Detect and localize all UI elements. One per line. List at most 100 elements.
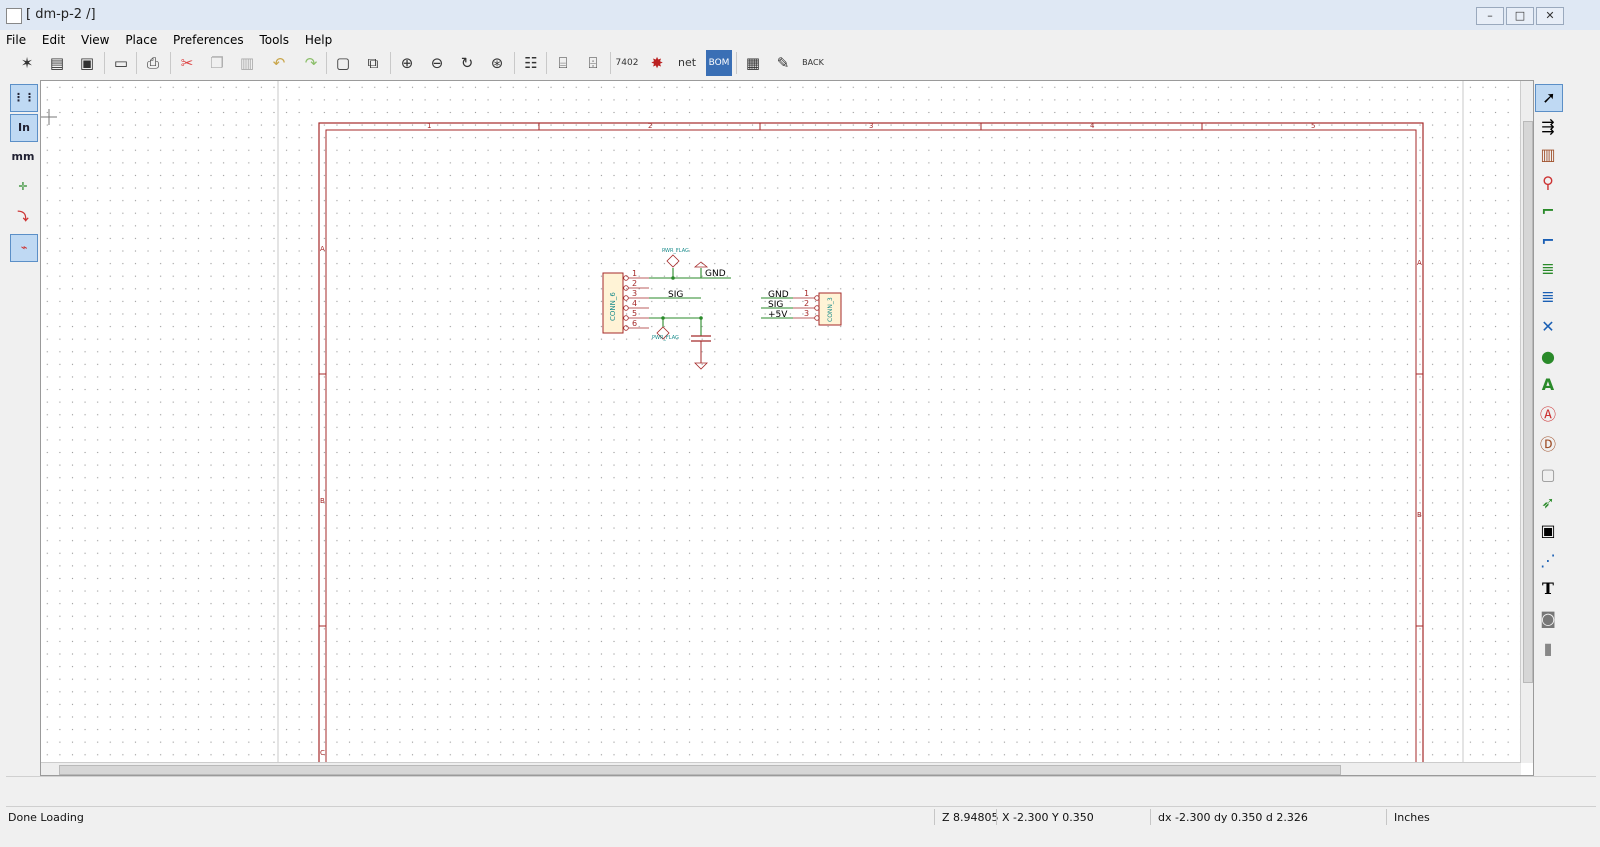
place-component-icon[interactable]: ▥ — [1535, 142, 1561, 168]
horizontal-scroll-thumb[interactable] — [59, 765, 1341, 775]
menu-bar: File Edit View Place Preferences Tools H… — [0, 30, 1600, 50]
hidden-pins-icon[interactable]: ⤵ — [10, 204, 36, 230]
import-sheet-pin-icon[interactable]: ➶ — [1535, 490, 1561, 516]
annotate-icon[interactable]: 7402 — [614, 50, 640, 76]
hierarchical-sheet-icon[interactable]: ▢ — [1535, 462, 1561, 488]
sheet-border-outer — [318, 122, 1424, 763]
pwr-flag-top — [666, 254, 680, 268]
graphic-line-icon[interactable]: ⋰ — [1535, 548, 1561, 574]
mm-label: mm — [11, 150, 35, 163]
p2-pin-3: 3 — [804, 309, 809, 318]
print-icon[interactable]: ⎙ — [140, 50, 166, 76]
image-icon[interactable]: ◙ — [1535, 606, 1561, 632]
net-label-icon[interactable]: A — [1535, 372, 1561, 398]
netlist-icon[interactable]: net — [674, 50, 700, 76]
undo-icon[interactable]: ↶ — [266, 50, 292, 76]
select-arrow-icon[interactable]: ➚ — [1535, 84, 1563, 112]
menu-help[interactable]: Help — [299, 30, 338, 50]
title-bar: [ dm-p-2 /] – □ ✕ — [0, 0, 1600, 31]
p1-pin-4: 4 — [632, 299, 637, 308]
redo-icon[interactable]: ↷ — [298, 50, 324, 76]
frame-col-5: 5 — [1311, 122, 1315, 130]
sheet-border-inner — [325, 129, 1417, 763]
status-units: Inches — [1394, 811, 1430, 824]
junction-icon[interactable]: ● — [1535, 344, 1561, 370]
delete-icon[interactable]: ▮ — [1535, 636, 1561, 662]
horizontal-scrollbar[interactable] — [41, 762, 1521, 775]
minimize-button[interactable]: – — [1476, 7, 1504, 25]
menu-place[interactable]: Place — [119, 30, 163, 50]
hierarchy-nav-icon[interactable]: ⇶ — [1535, 114, 1561, 140]
no-connect-icon[interactable]: ✕ — [1535, 314, 1561, 340]
save-icon[interactable]: ▣ — [74, 50, 100, 76]
window-title: [ dm-p-2 /] — [26, 7, 96, 22]
hierarchical-label-icon[interactable]: Ⓓ — [1535, 432, 1561, 458]
vertical-scrollbar[interactable] — [1520, 81, 1533, 763]
find-icon[interactable]: ▢ — [330, 50, 356, 76]
schematic-drawing: 1 2 3 4 5 A B C A B CONN_6 1 2 3 4 5 6 P… — [41, 81, 1464, 763]
frame-col-1: 1 — [427, 122, 431, 130]
page-settings-icon[interactable]: ▭ — [108, 50, 134, 76]
net-label-gnd: GND — [705, 269, 726, 279]
redraw-icon[interactable]: ↻ — [454, 50, 480, 76]
copy-icon[interactable]: ❐ — [204, 50, 230, 76]
back-label: BACK — [802, 58, 824, 67]
show-grid-icon[interactable]: ⋮⋮ — [10, 84, 38, 112]
cursor-shape-icon[interactable]: ✛ — [10, 174, 36, 200]
import-footprint-icon[interactable]: ✎ — [770, 50, 796, 76]
connector-p1-ref: CONN_6 — [609, 292, 617, 321]
sheet-pin-icon[interactable]: ▣ — [1535, 518, 1561, 544]
place-power-icon[interactable]: ⚲ — [1535, 170, 1561, 196]
menu-view[interactable]: View — [75, 30, 115, 50]
frame-col-3: 3 — [869, 122, 873, 130]
open-icon[interactable]: ▤ — [44, 50, 70, 76]
menu-edit[interactable]: Edit — [36, 30, 71, 50]
zoom-out-icon[interactable]: ⊖ — [424, 50, 450, 76]
cut-icon[interactable]: ✂ — [174, 50, 200, 76]
status-delta: dx -2.300 dy 0.350 d 2.326 — [1158, 811, 1308, 824]
close-button[interactable]: ✕ — [1536, 7, 1564, 25]
text-icon[interactable]: T — [1535, 576, 1561, 602]
pcbnew-icon[interactable]: ▦ — [740, 50, 766, 76]
maximize-button[interactable]: □ — [1506, 7, 1534, 25]
schematic-canvas[interactable]: 1 2 3 4 5 A B C A B CONN_6 1 2 3 4 5 6 P… — [40, 80, 1534, 776]
library-browser-icon[interactable]: ⌹ — [580, 50, 606, 76]
units-inches-button[interactable]: In — [10, 114, 38, 142]
left-options-toolbar: ⋮⋮ In mm ✛ ⤵ ⌁ — [8, 82, 38, 272]
bus-entry-angle-icon[interactable]: ⌁ — [10, 234, 38, 262]
frame-row-b: B — [320, 497, 325, 505]
menu-file[interactable]: File — [0, 30, 32, 50]
wire-bus-entry-icon[interactable]: ≣ — [1535, 256, 1561, 282]
global-label-icon[interactable]: Ⓐ — [1535, 402, 1561, 428]
status-coords: X -2.300 Y 0.350 — [1002, 811, 1094, 824]
p1-pin-3: 3 — [632, 289, 637, 298]
frame-row-a: A — [320, 245, 325, 253]
bus-bus-entry-icon[interactable]: ≣ — [1535, 284, 1561, 310]
p1-pin-2: 2 — [632, 279, 637, 288]
zoom-fit-icon[interactable]: ⊛ — [484, 50, 510, 76]
frame-col-2: 2 — [648, 122, 652, 130]
units-mm-button[interactable]: mm — [10, 144, 36, 170]
new-sheet-icon[interactable]: ✶ — [14, 50, 40, 76]
menu-preferences[interactable]: Preferences — [167, 30, 250, 50]
place-bus-icon[interactable]: ⌐ — [1535, 228, 1561, 254]
status-zoom: Z 8.94805 — [942, 811, 999, 824]
hierarchy-icon[interactable]: ☷ — [518, 50, 544, 76]
gnd-symbol-cap — [694, 362, 708, 370]
zoom-in-icon[interactable]: ⊕ — [394, 50, 420, 76]
paste-icon[interactable]: ▥ — [234, 50, 260, 76]
place-wire-icon[interactable]: ⌐ — [1535, 198, 1561, 224]
find-replace-icon[interactable]: ⧉ — [360, 50, 386, 76]
main-toolbar: ✶ ▤ ▣ ▭ ⎙ ✂ ❐ ▥ ↶ ↷ ▢ ⧉ ⊕ ⊖ ↻ ⊛ ☷ ⌸ ⌹ 74… — [12, 48, 1572, 80]
vertical-scroll-thumb[interactable] — [1523, 121, 1533, 683]
p1-pin-6: 6 — [632, 319, 637, 328]
back-icon[interactable]: BACK — [800, 50, 826, 76]
menu-tools[interactable]: Tools — [253, 30, 295, 50]
erc-icon[interactable]: ✸ — [644, 50, 670, 76]
bom-icon[interactable]: BOM — [706, 50, 732, 76]
pwr-flag-top-label: PWR_FLAG — [662, 248, 689, 254]
frame-row-b-right: B — [1417, 511, 1422, 519]
library-editor-icon[interactable]: ⌸ — [550, 50, 576, 76]
net-label-sig: SIG — [668, 290, 683, 300]
p1-pin-5: 5 — [632, 309, 637, 318]
